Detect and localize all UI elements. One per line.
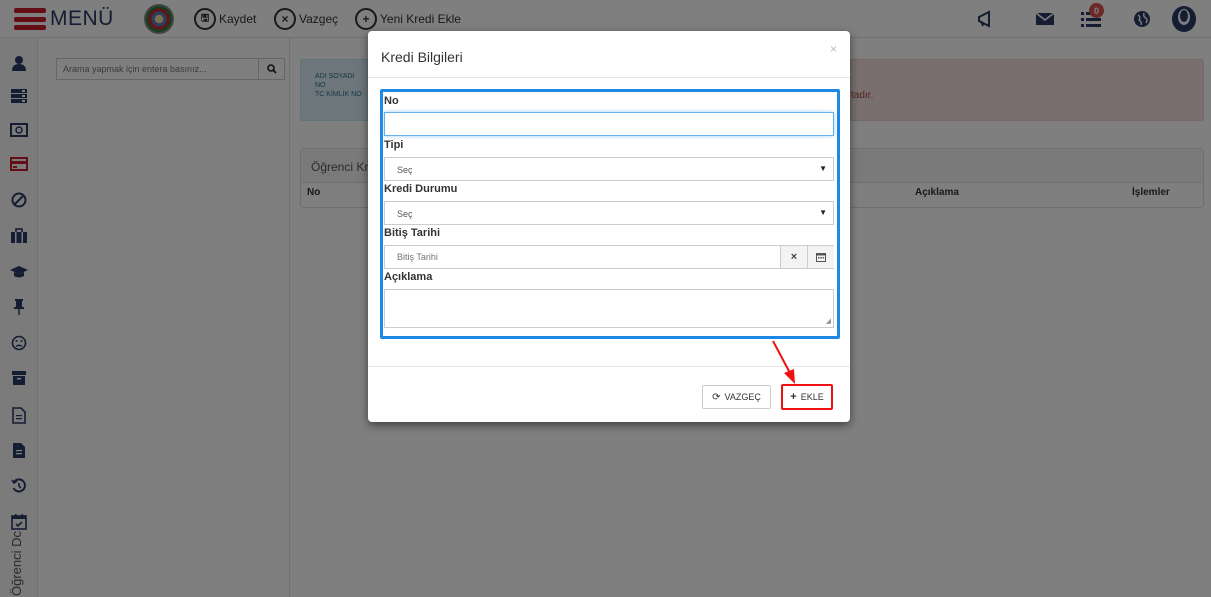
modal-title: Kredi Bilgileri xyxy=(381,49,463,65)
tipi-select[interactable]: Seç ▼ xyxy=(384,157,834,181)
credit-form: No Tipi Seç ▼ Kredi Durumu Seç ▼ Bitiş T… xyxy=(380,89,840,339)
vazgec-label: VAZGEÇ xyxy=(724,392,761,402)
credit-info-modal: Kredi Bilgileri × No Tipi Seç ▼ Kredi Du… xyxy=(368,31,850,422)
modal-close-button[interactable]: × xyxy=(830,42,837,56)
calendar-icon xyxy=(816,253,826,262)
ekle-label: EKLE xyxy=(800,392,824,402)
no-label: No xyxy=(384,95,399,107)
refresh-icon: ⟳ xyxy=(712,391,721,403)
bitis-tarihi-label: Bitiş Tarihi xyxy=(384,227,441,239)
kredi-durumu-select-value: Seç xyxy=(397,209,413,219)
bitis-tarihi-input[interactable] xyxy=(385,246,780,268)
vazgec-button[interactable]: ⟳ VAZGEÇ xyxy=(702,385,771,409)
kredi-durumu-label: Kredi Durumu xyxy=(384,183,458,195)
modal-header: Kredi Bilgileri × xyxy=(368,31,850,78)
clear-date-button[interactable]: × xyxy=(780,246,807,268)
no-input[interactable] xyxy=(384,112,834,136)
resize-grip-icon: ◢ xyxy=(825,318,831,325)
close-icon: × xyxy=(790,251,798,263)
kredi-durumu-select[interactable]: Seç ▼ xyxy=(384,201,834,225)
bitis-tarihi-group: × xyxy=(384,245,834,269)
aciklama-textarea[interactable]: ◢ xyxy=(384,289,834,328)
caret-down-icon: ▼ xyxy=(819,164,827,173)
ekle-button[interactable]: + EKLE xyxy=(781,384,833,410)
plus-icon: + xyxy=(790,391,797,403)
aciklama-label: Açıklama xyxy=(384,271,433,283)
calendar-button[interactable] xyxy=(807,246,834,268)
caret-down-icon: ▼ xyxy=(819,208,827,217)
tipi-label: Tipi xyxy=(384,139,404,151)
modal-footer: ⟳ VAZGEÇ + EKLE xyxy=(368,366,850,422)
tipi-select-value: Seç xyxy=(397,165,413,175)
